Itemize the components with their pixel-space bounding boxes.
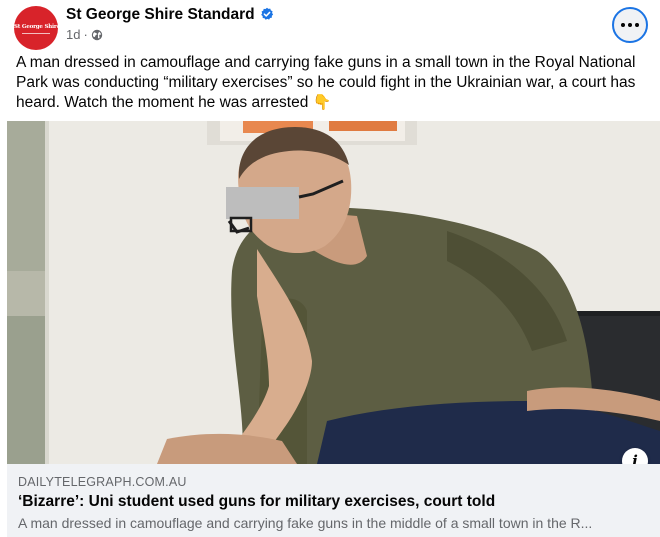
avatar-logo-text: St George Shire: [14, 24, 58, 30]
link-preview[interactable]: DAILYTELEGRAPH.COM.AU ‘Bizarre’: Uni stu…: [7, 464, 660, 537]
verified-badge-icon: [260, 7, 273, 20]
page-avatar[interactable]: St George Shire: [14, 6, 58, 50]
meta-separator: ·: [83, 27, 88, 42]
page-name-link[interactable]: St George Shire Standard: [66, 6, 274, 24]
post-caption: A man dressed in camouflage and carrying…: [16, 53, 652, 113]
post-timestamp[interactable]: 1d: [66, 27, 80, 42]
page-name: St George Shire Standard: [66, 6, 255, 23]
avatar-logo-rule: [22, 33, 50, 34]
more-options-button[interactable]: [612, 7, 648, 43]
info-icon: i: [632, 452, 638, 464]
facebook-post: St George Shire St George Shire Standard…: [0, 0, 660, 537]
post-meta: 1d ·: [66, 27, 103, 42]
more-options-icon: [621, 23, 639, 27]
photo-illustration: [7, 121, 660, 464]
link-headline: ‘Bizarre’: Uni student used guns for mil…: [18, 493, 496, 510]
post-image[interactable]: i: [7, 121, 660, 464]
pointing-down-icon: 👇: [312, 94, 332, 111]
link-description: A man dressed in camouflage and carrying…: [18, 515, 593, 531]
link-domain: DAILYTELEGRAPH.COM.AU: [18, 475, 187, 489]
globe-icon[interactable]: [91, 29, 103, 41]
